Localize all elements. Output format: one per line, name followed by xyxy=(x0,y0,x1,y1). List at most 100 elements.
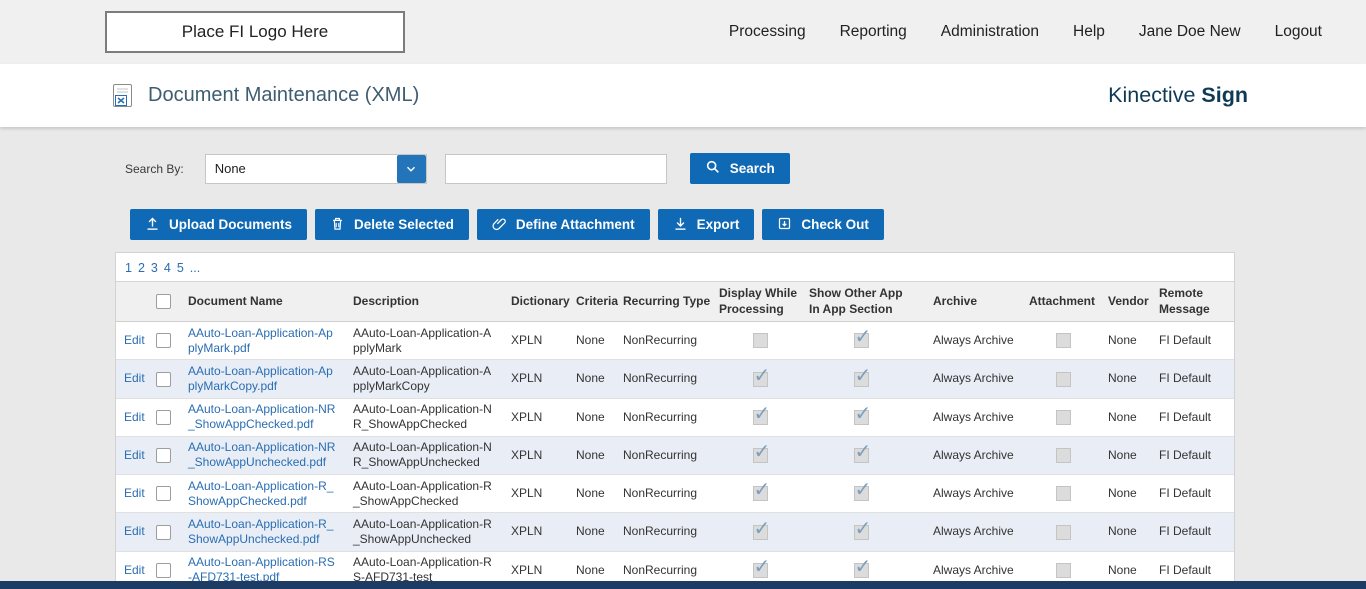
delete-selected-button[interactable]: Delete Selected xyxy=(315,209,469,240)
display-while-processing-checkbox[interactable] xyxy=(752,478,770,504)
page-link-1[interactable]: 1 xyxy=(125,261,132,275)
search-by-dropdown[interactable]: None xyxy=(204,153,427,184)
search-button[interactable]: Search xyxy=(689,153,790,184)
toolbar: Upload Documents Delete Selected Define … xyxy=(130,209,1366,240)
table-row: Edit AAuto-Loan-Application-ApplyMarkCopy… xyxy=(116,359,1234,399)
document-name-link[interactable]: AAuto-Loan-Application-R_ShowAppUnchecke… xyxy=(188,517,333,546)
edit-link[interactable]: Edit xyxy=(124,410,145,424)
select-all-checkbox[interactable] xyxy=(156,294,171,310)
upload-documents-button[interactable]: Upload Documents xyxy=(130,209,308,240)
show-other-app-checkbox[interactable] xyxy=(853,555,871,580)
show-other-app-checkbox[interactable] xyxy=(853,325,871,351)
nav-administration[interactable]: Administration xyxy=(941,23,1039,41)
row-checkbox[interactable] xyxy=(156,562,171,578)
dropdown-selected-value: None xyxy=(214,161,246,176)
attachment-checkbox[interactable] xyxy=(1055,409,1071,425)
cell-dictionary: XPLN xyxy=(507,359,567,399)
cell-recurring-type: NonRecurring xyxy=(615,512,715,552)
display-while-processing-checkbox[interactable] xyxy=(752,555,770,580)
cell-archive: Always Archive xyxy=(917,321,1025,361)
cell-select xyxy=(152,474,182,514)
show-other-app-checkbox[interactable] xyxy=(853,364,871,389)
define-attachment-label: Define Attachment xyxy=(515,217,635,232)
document-name-link[interactable]: AAuto-Loan-Application-ApplyMark.pdf xyxy=(188,326,333,355)
display-while-processing-checkbox[interactable] xyxy=(752,333,768,349)
cell-recurring-type: NonRecurring xyxy=(615,474,715,514)
edit-link[interactable]: Edit xyxy=(124,486,145,500)
display-while-processing-checkbox[interactable] xyxy=(752,517,770,542)
cell-description: AAuto-Loan-Application-NR_ShowAppUncheck… xyxy=(347,436,507,476)
nav-reporting[interactable]: Reporting xyxy=(840,23,907,41)
export-button[interactable]: Export xyxy=(657,209,755,240)
cell-remote-message: FI Default xyxy=(1151,398,1234,437)
page-link-4[interactable]: 4 xyxy=(164,261,171,275)
edit-link[interactable]: Edit xyxy=(124,333,145,347)
attachment-checkbox[interactable] xyxy=(1055,524,1071,540)
cell-archive: Always Archive xyxy=(917,359,1025,399)
cell-recurring-type: NonRecurring xyxy=(615,359,715,399)
row-checkbox[interactable] xyxy=(156,333,171,349)
nav-help[interactable]: Help xyxy=(1073,23,1105,41)
show-other-app-checkbox[interactable] xyxy=(853,402,871,427)
row-checkbox[interactable] xyxy=(156,448,171,464)
attachment-checkbox[interactable] xyxy=(1055,333,1071,349)
document-name-link[interactable]: AAuto-Loan-Application-NR_ShowAppChecked… xyxy=(188,402,335,431)
header-remote-message: Remote Message xyxy=(1151,280,1234,323)
attachment-checkbox[interactable] xyxy=(1055,562,1071,578)
cell-dictionary: XPLN xyxy=(507,398,567,437)
cell-vendor: None xyxy=(1101,321,1151,361)
show-other-app-checkbox[interactable] xyxy=(853,478,871,504)
cell-display-while-processing xyxy=(715,359,805,399)
trash-icon xyxy=(330,216,345,234)
bottom-bar xyxy=(0,581,1366,589)
define-attachment-button[interactable]: Define Attachment xyxy=(476,209,650,240)
show-other-app-checkbox[interactable] xyxy=(853,517,871,542)
page-link-5[interactable]: 5 xyxy=(177,261,184,275)
edit-link[interactable]: Edit xyxy=(124,524,145,538)
document-name-link[interactable]: AAuto-Loan-Application-RS-AFD731-test.pd… xyxy=(188,555,335,584)
main-nav: Processing Reporting Administration Help… xyxy=(729,23,1322,41)
table-row: Edit AAuto-Loan-Application-NR_ShowAppChe… xyxy=(116,398,1234,437)
edit-link[interactable]: Edit xyxy=(124,563,145,577)
show-other-app-checkbox[interactable] xyxy=(853,440,871,465)
page-link-2[interactable]: 2 xyxy=(138,261,145,275)
attachment-checkbox[interactable] xyxy=(1055,448,1071,464)
document-name-link[interactable]: AAuto-Loan-Application-NR_ShowAppUncheck… xyxy=(188,440,335,469)
cell-dictionary: XPLN xyxy=(507,474,567,514)
header-description: Description xyxy=(347,280,507,323)
search-input[interactable] xyxy=(444,153,667,184)
cell-attachment xyxy=(1025,359,1101,399)
display-while-processing-checkbox[interactable] xyxy=(752,364,770,389)
row-checkbox[interactable] xyxy=(156,524,171,540)
cell-remote-message: FI Default xyxy=(1151,321,1234,361)
cell-vendor: None xyxy=(1101,359,1151,399)
cell-show-other-app xyxy=(805,321,917,361)
page-link-ellipsis[interactable]: ... xyxy=(190,261,200,275)
cell-show-other-app xyxy=(805,398,917,437)
cell-edit: Edit xyxy=(116,321,152,361)
nav-logout[interactable]: Logout xyxy=(1275,23,1322,41)
check-out-button[interactable]: Check Out xyxy=(762,209,884,240)
cell-select xyxy=(152,436,182,476)
cell-display-while-processing xyxy=(715,321,805,361)
row-checkbox[interactable] xyxy=(156,486,171,502)
attachment-checkbox[interactable] xyxy=(1055,371,1071,387)
edit-link[interactable]: Edit xyxy=(124,371,145,385)
display-while-processing-checkbox[interactable] xyxy=(752,402,770,427)
nav-user[interactable]: Jane Doe New xyxy=(1139,23,1241,41)
nav-processing[interactable]: Processing xyxy=(729,23,806,41)
edit-link[interactable]: Edit xyxy=(124,448,145,462)
document-name-link[interactable]: AAuto-Loan-Application-ApplyMarkCopy.pdf xyxy=(188,364,333,393)
cell-dictionary: XPLN xyxy=(507,436,567,476)
row-checkbox[interactable] xyxy=(156,371,171,387)
display-while-processing-checkbox[interactable] xyxy=(752,440,770,465)
cell-criteria: None xyxy=(567,321,615,361)
upload-icon xyxy=(145,216,160,234)
header-dictionary: Dictionary xyxy=(507,280,570,323)
pagination: 1 2 3 4 5 ... xyxy=(116,253,1234,281)
cell-display-while-processing xyxy=(715,474,805,514)
page-link-3[interactable]: 3 xyxy=(151,261,158,275)
document-name-link[interactable]: AAuto-Loan-Application-R_ShowAppChecked.… xyxy=(188,479,333,508)
attachment-checkbox[interactable] xyxy=(1055,486,1071,502)
row-checkbox[interactable] xyxy=(156,409,171,425)
